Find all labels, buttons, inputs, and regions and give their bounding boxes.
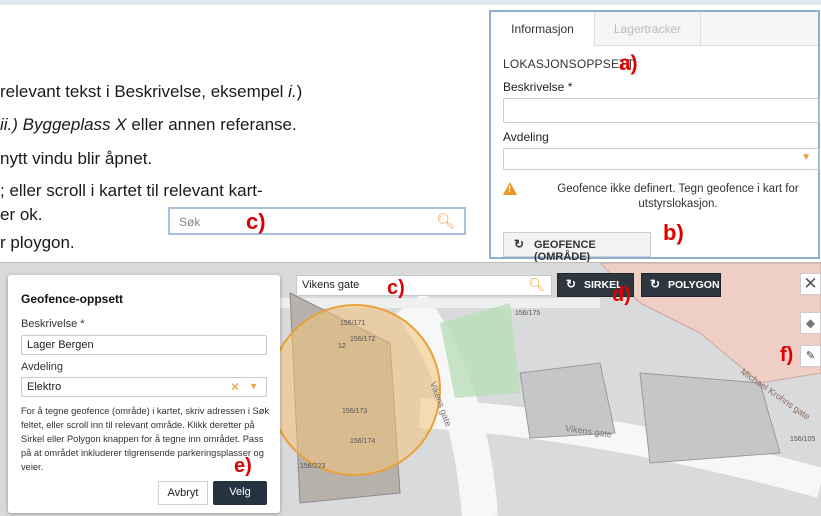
doc-line-3: nytt vindu blir åpnet.: [0, 149, 153, 168]
parcel-label: 156/223: [300, 463, 325, 470]
section-title: LOKASJONSOPPSETT: [503, 57, 635, 71]
parcel-label: 156/171: [340, 320, 365, 327]
dialog-title: Geofence-oppsett: [21, 292, 124, 306]
doc-line-2-text: eller annen referanse.: [126, 115, 297, 134]
search-icon[interactable]: 🔍︎: [436, 212, 455, 230]
parcel-label: 156/175: [515, 310, 540, 317]
chevron-down-icon: ▼: [801, 152, 811, 163]
geofence-icon: ↻: [514, 237, 525, 251]
chevron-down-icon[interactable]: ▼: [249, 381, 258, 391]
doc-line-1-italic: i.: [288, 82, 297, 101]
parcel-label: 156/174: [350, 438, 375, 445]
parcel-label: 156/172: [350, 336, 375, 343]
annotation-label-d: d): [612, 284, 631, 306]
doc-line-6: r ploygon.: [0, 233, 75, 252]
map-search-value: Vikens gate: [302, 279, 360, 291]
close-icon[interactable]: ✕: [800, 273, 821, 295]
tab-lagertracker[interactable]: Lagertracker: [595, 12, 701, 46]
dialog-department-select[interactable]: Elektro ✕ ▼: [21, 377, 267, 397]
polygon-button[interactable]: ↻ POLYGON: [641, 273, 721, 297]
annotation-label-a: a): [619, 52, 638, 75]
doc-line-1: relevant tekst i Beskrivelse, eksempel i…: [0, 82, 302, 102]
dialog-description-label: Beskrivelse *: [21, 318, 85, 330]
geofence-button-label: GEOFENCE (OMRÅDE): [534, 239, 596, 263]
dialog-description-field[interactable]: Lager Bergen: [21, 335, 267, 355]
geofence-button[interactable]: ↻ GEOFENCE (OMRÅDE): [503, 232, 651, 263]
parcel-label: 12: [338, 343, 346, 350]
map-search-input[interactable]: Vikens gate 🔍︎: [296, 275, 552, 296]
doc-line-1-text: relevant tekst i Beskrivelse, eksempel: [0, 82, 289, 101]
dialog-department-label: Avdeling: [21, 361, 63, 373]
department-label: Avdeling: [503, 130, 549, 144]
doc-line-2: ii.) Byggeplass X eller annen referanse.: [0, 115, 297, 135]
geofence-circle: [269, 304, 441, 476]
parcel-label: 156/173: [342, 408, 367, 415]
clear-icon[interactable]: ✕: [230, 380, 240, 394]
annotation-label-b: b): [663, 220, 684, 245]
parcel-label: 156/105: [790, 436, 815, 443]
geofence-icon: ↻: [650, 277, 661, 291]
annotation-label-f: f): [780, 344, 794, 366]
polygon-button-label: POLYGON: [668, 279, 720, 291]
cancel-button[interactable]: Avbryt: [158, 481, 208, 505]
doc-line-5: er ok.: [0, 205, 43, 224]
annotation-label-e: e): [234, 455, 252, 477]
annotation-label-c: c): [246, 209, 266, 234]
edit-icon[interactable]: ✎: [800, 345, 821, 367]
tab-bar: Informasjon Lagertracker: [491, 12, 818, 46]
warning-icon: !: [503, 182, 517, 195]
dialog-department-value: Elektro: [27, 381, 62, 393]
search-icon[interactable]: 🔍︎: [528, 277, 545, 293]
warning-message: Geofence ikke definert. Tegn geofence i …: [557, 183, 799, 210]
tab-informasjon[interactable]: Informasjon: [491, 12, 595, 46]
search-input[interactable]: Søk c) 🔍︎: [168, 207, 466, 235]
geofence-dialog: Geofence-oppsett Beskrivelse * Lager Ber…: [8, 275, 280, 513]
layers-icon[interactable]: ◆: [800, 312, 821, 334]
description-label: Beskrivelse *: [503, 80, 573, 94]
description-field[interactable]: [503, 98, 820, 123]
map-view[interactable]: Vikens gate Vikens gate Michael Krohns g…: [0, 262, 821, 516]
geofence-icon: ↻: [566, 277, 577, 291]
search-placeholder: Søk: [179, 215, 201, 229]
doc-line-1-end: ): [296, 82, 303, 101]
doc-line-4: ; eller scroll i kartet til relevant kar…: [0, 181, 263, 200]
doc-line-2-italic: ii.) Byggeplass X: [0, 115, 127, 134]
info-panel: Informasjon Lagertracker LOKASJONSOPPSET…: [489, 10, 820, 263]
ok-button[interactable]: Velg: [213, 481, 267, 505]
annotation-label-c-map: c): [387, 277, 405, 299]
department-select[interactable]: ▼: [503, 148, 820, 170]
